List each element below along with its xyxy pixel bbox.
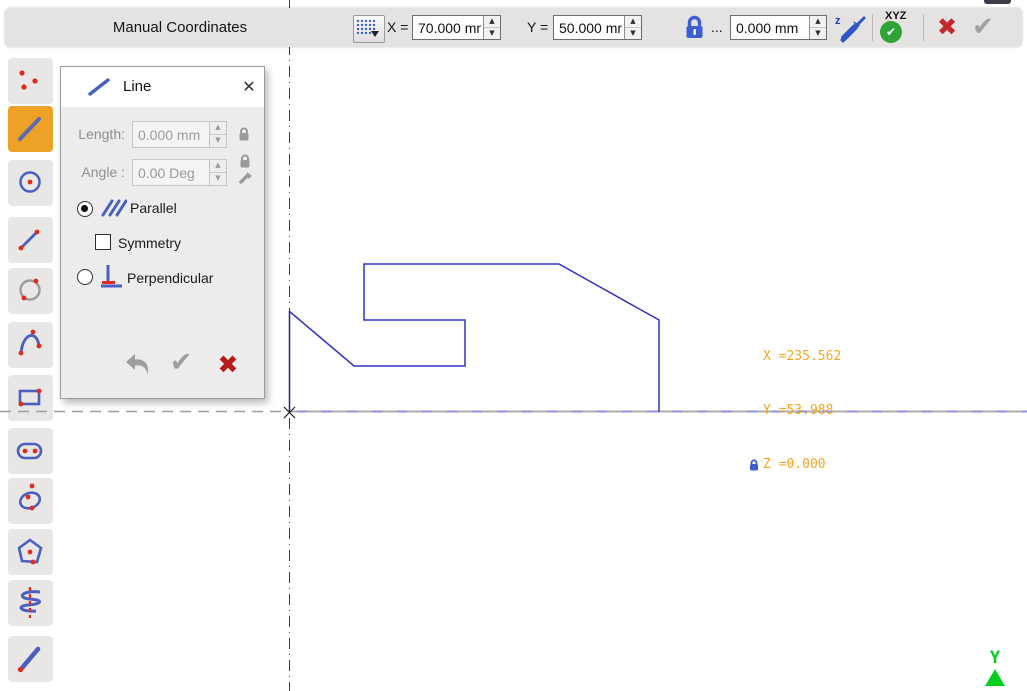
toolbar-separator-2 — [923, 14, 924, 41]
x-coordinate-input[interactable] — [413, 16, 483, 39]
dialog-close-button[interactable]: ✕ — [237, 75, 261, 99]
angle-field: ▲ ▼ — [132, 159, 227, 186]
lock-icon[interactable] — [683, 14, 706, 42]
length-label: Length: — [61, 121, 125, 148]
parallel-label: Parallel — [130, 198, 177, 218]
y-spinner[interactable]: ▲ ▼ — [624, 16, 641, 39]
dialog-title: Line — [123, 67, 151, 107]
xyz-confirm-button[interactable]: XYZ ✔ — [878, 10, 918, 46]
angle-spinner[interactable]: ▲ ▼ — [209, 160, 226, 185]
offset-input[interactable] — [731, 16, 809, 39]
ellipsis-label: ... — [711, 8, 723, 47]
manual-coordinates-toolbar: Manual Coordinates X = ▲ ▼ Y = ▲ ▼ — [5, 8, 1022, 47]
svg-text:z: z — [835, 15, 841, 27]
dropdown-arrow-icon — [371, 31, 379, 37]
offset-field: ▲ ▼ — [730, 15, 827, 40]
x-spinner[interactable]: ▲ ▼ — [483, 16, 500, 39]
symmetry-label: Symmetry — [118, 233, 181, 253]
cursor-coordinate-readout: X =235.562 Y =53.988 Z =0.000 — [748, 312, 841, 492]
y-axis-label: Y — [984, 650, 1006, 667]
length-spinner[interactable]: ▲ ▼ — [209, 122, 226, 147]
x-coordinate-label: X = — [387, 8, 408, 47]
x-spin-up[interactable]: ▲ — [484, 16, 500, 27]
perpendicular-icon — [98, 262, 125, 290]
offset-spin-down[interactable]: ▼ — [810, 27, 826, 39]
length-spin-down[interactable]: ▼ — [210, 134, 226, 147]
length-input[interactable] — [133, 122, 209, 147]
offset-spinner[interactable]: ▲ ▼ — [809, 16, 826, 39]
readout-y: Y =53.988 — [748, 402, 841, 420]
offset-spin-up[interactable]: ▲ — [810, 16, 826, 27]
cropped-top-element — [984, 0, 1011, 4]
toolbar-title: Manual Coordinates — [100, 8, 260, 47]
angle-spin-down[interactable]: ▼ — [210, 172, 226, 185]
dialog-cancel-button[interactable]: ✖ — [212, 349, 244, 381]
angle-pick-icon[interactable] — [238, 170, 253, 185]
angle-input[interactable] — [133, 160, 209, 185]
readout-z: Z =0.000 — [763, 456, 826, 474]
length-field: ▲ ▼ — [132, 121, 227, 148]
symmetry-checkbox[interactable] — [95, 234, 111, 250]
cancel-button[interactable]: ✖ — [930, 12, 964, 43]
y-spin-up[interactable]: ▲ — [625, 16, 641, 27]
parallel-radio-dot — [81, 205, 88, 212]
y-coordinate-label: Y = — [527, 8, 548, 47]
parallel-icon — [100, 197, 127, 218]
angle-lock-icon — [238, 153, 252, 169]
perpendicular-label: Perpendicular — [127, 268, 213, 288]
y-coordinate-input[interactable] — [554, 16, 624, 39]
angle-spin-up[interactable]: ▲ — [210, 160, 226, 172]
toolbar-separator-1 — [872, 14, 873, 41]
green-check-circle-icon: ✔ — [880, 21, 902, 43]
y-axis-arrow-icon — [985, 669, 1005, 686]
y-spin-down[interactable]: ▼ — [625, 27, 641, 39]
profile-polyline — [289, 264, 659, 412]
dialog-line-icon — [87, 77, 113, 97]
x-spin-down[interactable]: ▼ — [484, 27, 500, 39]
grid-icon — [354, 16, 382, 40]
y-axis-indicator: Y — [984, 650, 1006, 686]
angle-label: Angle : — [61, 159, 125, 186]
length-lock-icon — [237, 126, 251, 142]
readout-x: X =235.562 — [748, 348, 841, 366]
y-coordinate-field: ▲ ▼ — [553, 15, 642, 40]
accept-button[interactable]: ✔ — [965, 12, 1001, 43]
x-coordinate-field: ▲ ▼ — [412, 15, 501, 40]
dialog-accept-button[interactable]: ✔ — [165, 347, 197, 379]
line-dialog: Line ✕ Length: ▲ ▼ Angle : ▲ ▼ Par — [60, 66, 265, 399]
z-lock-icon — [748, 458, 760, 472]
length-spin-up[interactable]: ▲ — [210, 122, 226, 134]
undo-button[interactable] — [123, 350, 153, 380]
parallel-radio[interactable] — [77, 201, 93, 217]
z-pick-eyedropper-icon[interactable]: z — [833, 11, 869, 45]
perpendicular-radio[interactable] — [77, 269, 93, 285]
grid-snap-button[interactable] — [353, 15, 385, 43]
